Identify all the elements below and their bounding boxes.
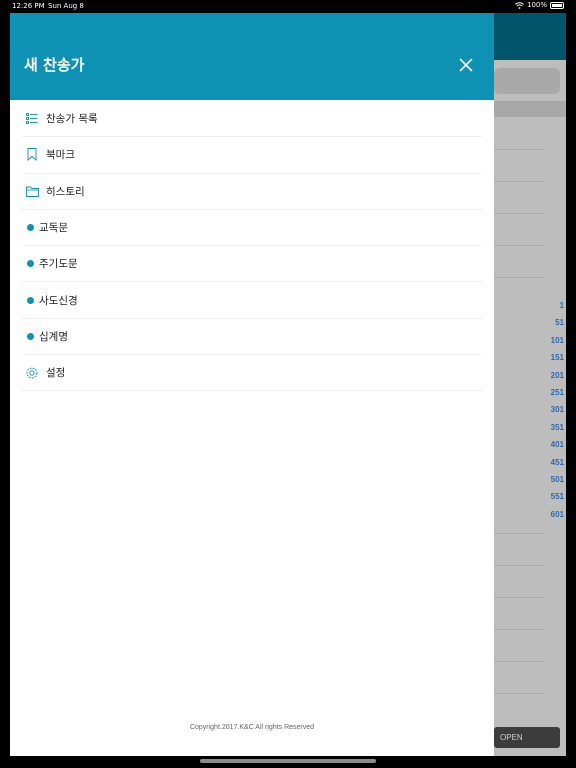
hymn-number-link[interactable]: 1 (530, 297, 564, 314)
hymn-number-link[interactable]: 151 (530, 349, 564, 366)
hymn-number-link[interactable]: 401 (530, 436, 564, 453)
background-search-field (494, 68, 560, 94)
drawer-menu: 찬송가 목록 북마크 히스토리 교독문 주기도문 사도신경 십계명 설정 (22, 101, 482, 392)
status-indicators: 100% (515, 1, 564, 9)
hymn-number-link[interactable]: 601 (530, 506, 564, 523)
bullet-dot-icon (27, 332, 34, 340)
hymn-number-link[interactable]: 301 (530, 401, 564, 418)
status-time: 12:26 PM (12, 2, 45, 10)
menu-item-label: 교독문 (39, 222, 68, 235)
menu-item-bookmark[interactable]: 북마크 (22, 137, 482, 174)
menu-item-label: 주기도문 (39, 258, 78, 271)
wifi-icon (515, 1, 524, 9)
hymn-number-link[interactable]: 451 (530, 454, 564, 471)
hymn-number-link[interactable]: 101 (530, 332, 564, 349)
drawer-header: 새 찬송가 (10, 13, 494, 100)
background-divider (494, 629, 544, 630)
hymn-number-link[interactable]: 51 (530, 314, 564, 331)
background-divider (494, 245, 544, 246)
drawer-title: 새 찬송가 (24, 56, 85, 74)
hymn-number-link[interactable]: 351 (530, 419, 564, 436)
hymn-number-link[interactable]: 501 (530, 471, 564, 488)
folder-icon (24, 183, 40, 199)
list-icon (24, 111, 40, 127)
open-button[interactable]: OPEN (494, 727, 560, 748)
app-screen: 1 51 101 151 201 251 301 351 401 451 501… (10, 13, 566, 756)
menu-item-label: 북마크 (46, 149, 75, 162)
menu-item-lords-prayer[interactable]: 주기도문 (22, 246, 482, 283)
menu-item-label: 사도신경 (39, 294, 78, 307)
menu-item-label: 설정 (46, 367, 66, 380)
menu-item-apostles-creed[interactable]: 사도신경 (22, 282, 482, 319)
hymn-number-link[interactable]: 201 (530, 367, 564, 384)
background-divider (494, 213, 544, 214)
background-divider (494, 533, 544, 534)
hymn-number-link[interactable]: 251 (530, 384, 564, 401)
battery-icon (550, 1, 564, 9)
background-divider (494, 661, 544, 662)
background-divider (494, 693, 544, 694)
close-icon[interactable] (456, 55, 476, 75)
menu-item-label: 찬송가 목록 (46, 113, 98, 126)
bullet-dot-icon (27, 224, 34, 232)
bookmark-icon (24, 147, 40, 163)
copyright-text: Copyright.2017.K&C All rights Reserved (189, 724, 315, 731)
status-date: Sun Aug 8 (48, 2, 84, 10)
menu-item-hymn-list[interactable]: 찬송가 목록 (22, 101, 482, 138)
hymn-number-link[interactable]: 551 (530, 488, 564, 505)
navigation-drawer: 새 찬송가 찬송가 목록 북마크 히스토리 교독문 주기도문 사도신경 십계명 … (10, 13, 494, 756)
bullet-dot-icon (27, 260, 34, 268)
gear-icon (24, 365, 40, 381)
menu-item-settings[interactable]: 설정 (22, 355, 482, 392)
bullet-dot-icon (27, 296, 34, 304)
hymn-number-index: 1 51 101 151 201 251 301 351 401 451 501… (530, 297, 564, 523)
battery-percent: 100% (526, 1, 547, 9)
status-bar: 12:26 PM Sun Aug 8 100% (0, 0, 576, 13)
home-indicator[interactable] (200, 759, 376, 763)
background-divider (494, 277, 544, 278)
menu-item-ten-commandments[interactable]: 십계명 (22, 319, 482, 356)
background-divider (494, 181, 544, 182)
menu-item-label: 히스토리 (46, 185, 85, 198)
background-divider (494, 597, 544, 598)
menu-item-responsive-reading[interactable]: 교독문 (22, 210, 482, 247)
background-divider (494, 565, 544, 566)
menu-item-label: 십계명 (39, 330, 68, 343)
background-divider (494, 149, 544, 150)
menu-item-history[interactable]: 히스토리 (22, 174, 482, 210)
